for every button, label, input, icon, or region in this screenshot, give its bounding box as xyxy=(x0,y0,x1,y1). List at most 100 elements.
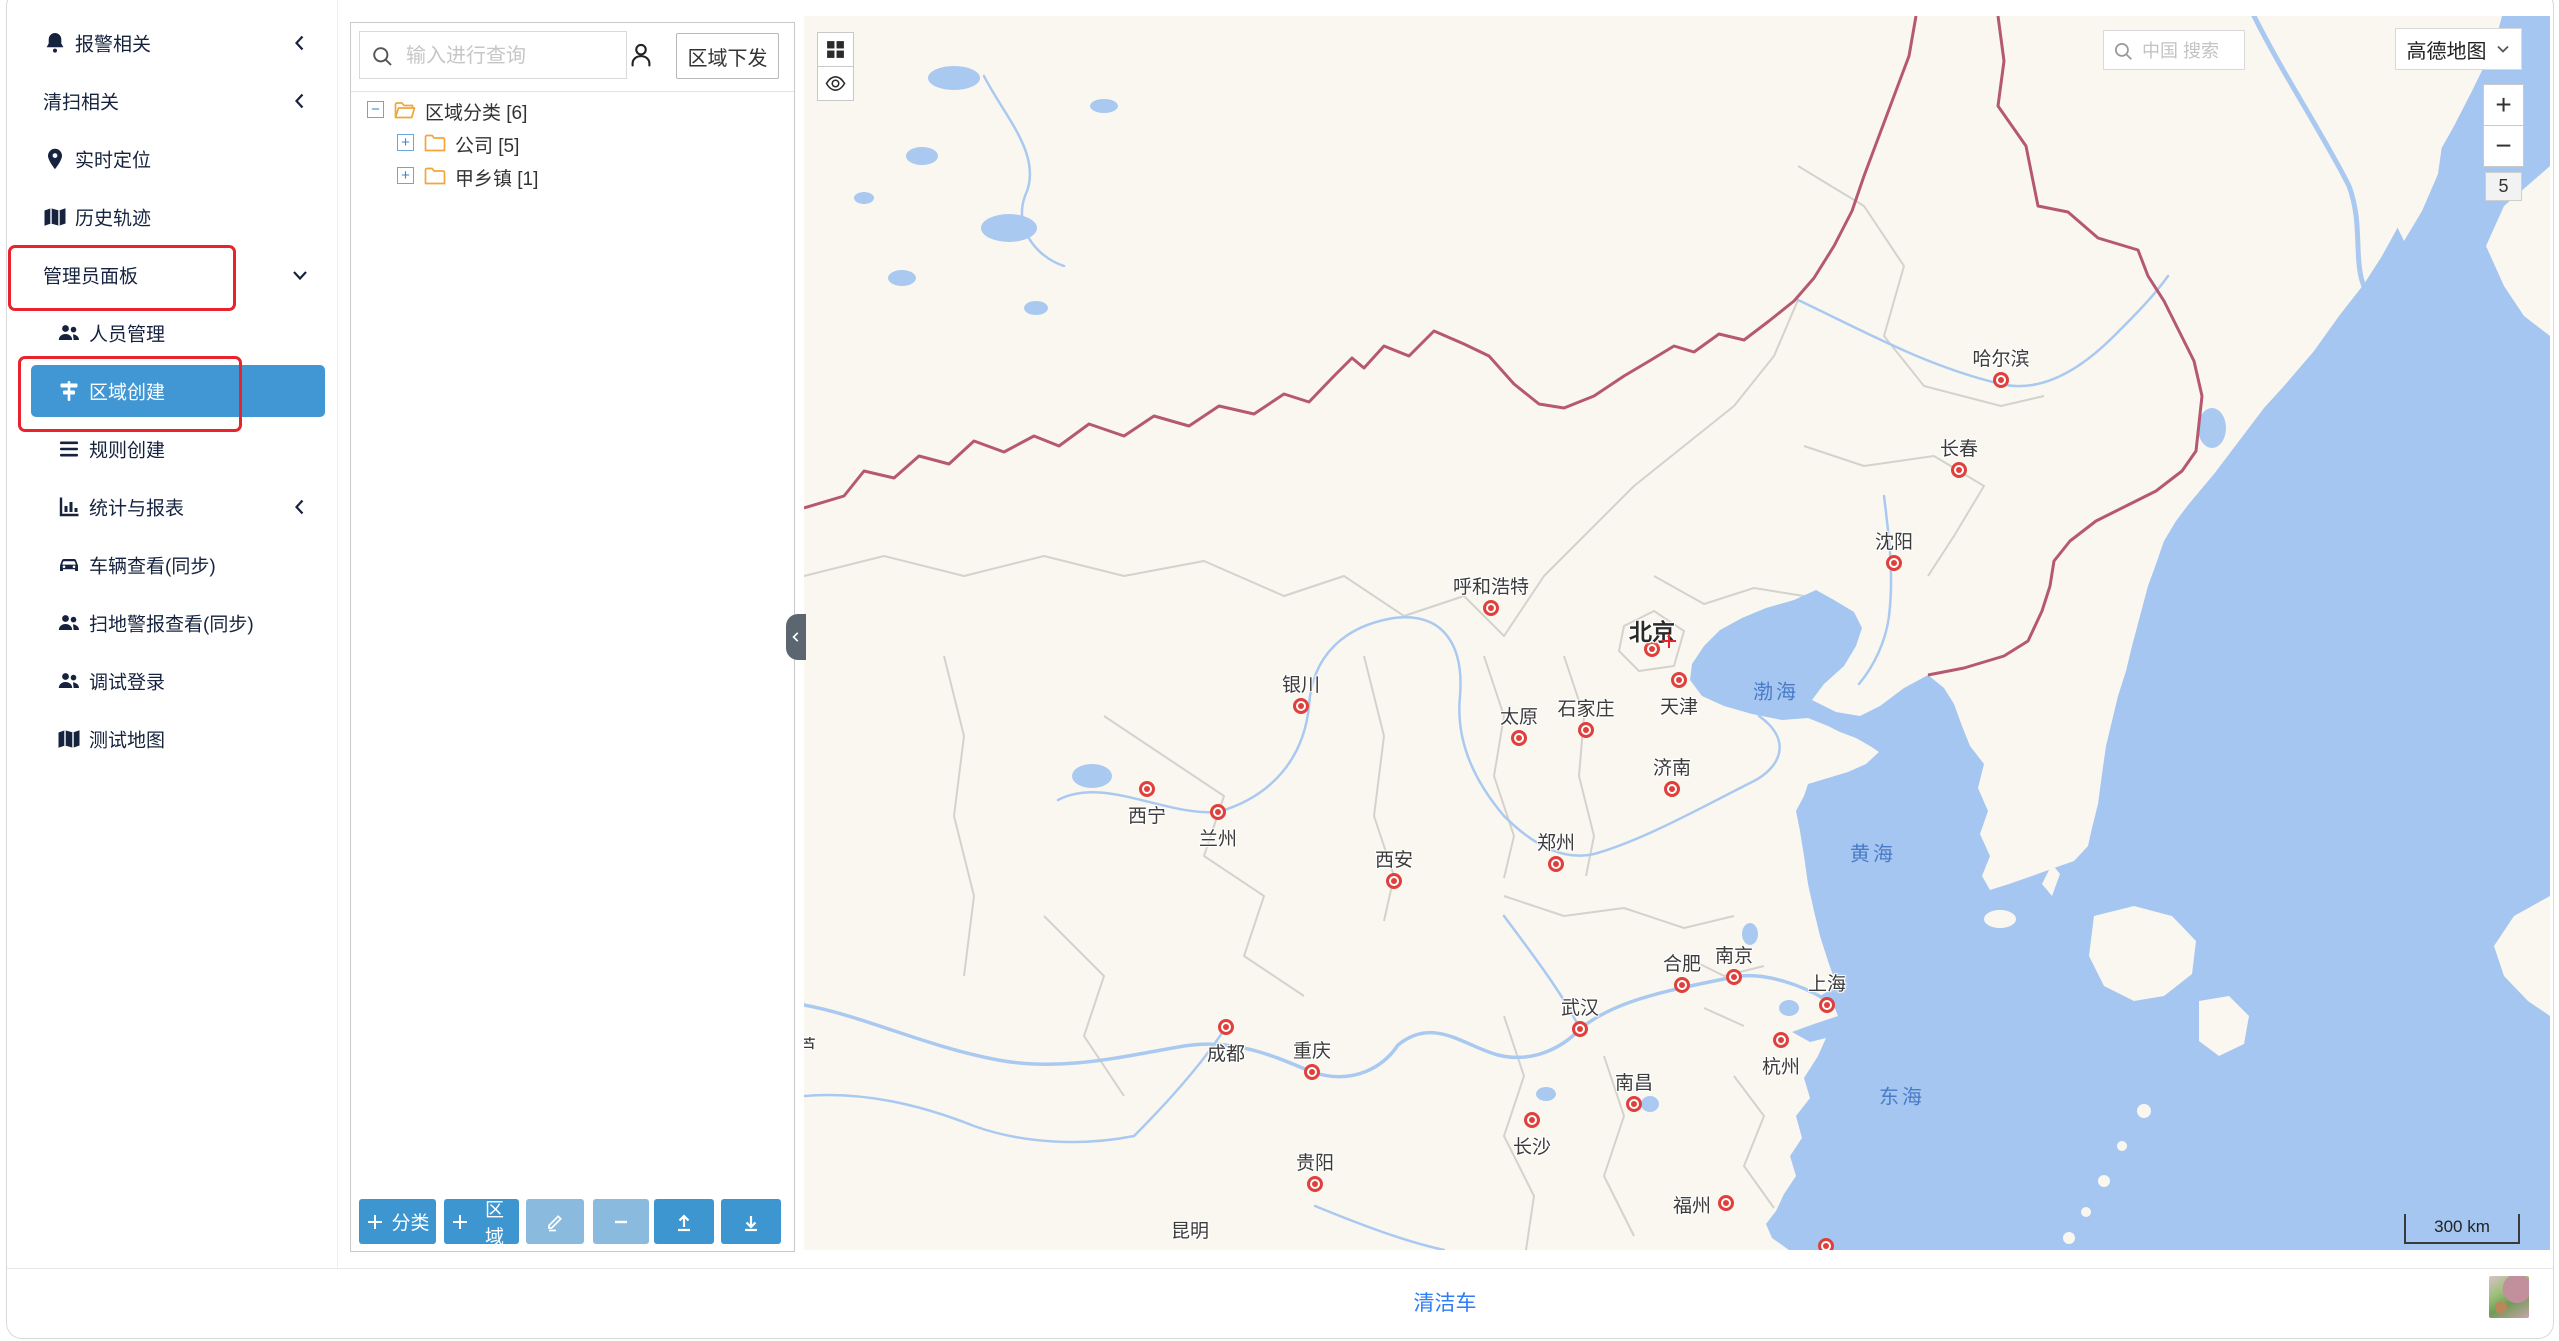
city-marker-南京[interactable] xyxy=(1726,969,1742,985)
tree-node[interactable]: + 甲乡镇 [1] xyxy=(351,159,794,192)
zoom-control: + − 5 xyxy=(2483,84,2524,201)
map-search-input[interactable] xyxy=(2140,31,2244,71)
city-marker-杭州[interactable] xyxy=(1773,1032,1789,1048)
add-area-button[interactable]: 区域 xyxy=(444,1199,519,1244)
area-tree: −区域分类 [6]+公司 [5]+甲乡镇 [1] xyxy=(351,93,794,192)
city-marker-西宁[interactable] xyxy=(1139,781,1155,797)
map-grid-tool-button[interactable] xyxy=(817,32,854,67)
city-label-上海: 上海 xyxy=(1808,969,1846,996)
sidebar-item-stats[interactable]: 统计与报表 xyxy=(7,478,337,536)
sidebar-item-realtime[interactable]: 实时定位 xyxy=(7,130,337,188)
sidebar-item-cleaning[interactable]: 清扫相关 xyxy=(7,72,337,130)
city-marker-南昌[interactable] xyxy=(1626,1096,1642,1112)
download-icon xyxy=(741,1212,761,1232)
sidebar-item-label: 报警相关 xyxy=(75,30,151,57)
sidebar: 报警相关清扫相关实时定位历史轨迹管理员面板人员管理区域创建规则创建统计与报表车辆… xyxy=(7,14,337,1268)
tree-node[interactable]: −区域分类 [6] xyxy=(351,93,794,126)
list-icon xyxy=(57,437,81,461)
upload-button[interactable] xyxy=(654,1199,714,1244)
map-layer-select[interactable]: 高德地图 xyxy=(2395,28,2522,70)
city-marker-长沙[interactable] xyxy=(1524,1112,1540,1128)
city-marker-上海[interactable] xyxy=(1819,997,1835,1013)
sidebar-item-debug-login[interactable]: 调试登录 xyxy=(7,652,337,710)
city-label-石家庄: 石家庄 xyxy=(1557,694,1614,721)
city-marker-银川[interactable] xyxy=(1293,698,1309,714)
city-label-天津: 天津 xyxy=(1660,692,1698,719)
sidebar-item-label: 统计与报表 xyxy=(89,494,184,521)
city-marker-呼和浩特[interactable] xyxy=(1483,600,1499,616)
city-label-武汉: 武汉 xyxy=(1561,993,1599,1020)
sidebar-content-divider xyxy=(337,0,338,1268)
city-label-太原: 太原 xyxy=(1500,702,1538,729)
expand-node-icon[interactable]: + xyxy=(397,167,414,184)
city-marker-西安[interactable] xyxy=(1386,873,1402,889)
city-marker-郑州[interactable] xyxy=(1548,856,1564,872)
city-label-郑州: 郑州 xyxy=(1537,828,1575,855)
map-canvas[interactable]: 高德地图 + − 5 300 km 哈尔滨长春沈阳呼和浩特北京天津石家庄太原银川… xyxy=(804,16,2550,1250)
city-label-哈尔滨: 哈尔滨 xyxy=(1972,344,2029,371)
city-marker-济南[interactable] xyxy=(1664,781,1680,797)
city-label-昆明: 昆明 xyxy=(1171,1216,1209,1243)
city-marker[interactable] xyxy=(1818,1238,1834,1250)
city-marker-贵阳[interactable] xyxy=(1307,1176,1323,1192)
area-deploy-button[interactable]: 区域下发 xyxy=(676,33,779,79)
city-label-呼和浩特: 呼和浩特 xyxy=(1453,572,1529,599)
expand-node-icon[interactable]: + xyxy=(397,134,414,151)
map-geography xyxy=(804,16,2550,1250)
city-marker-太原[interactable] xyxy=(1511,730,1527,746)
city-label-成都: 成都 xyxy=(1207,1039,1245,1066)
tree-search-box xyxy=(359,31,627,79)
sidebar-item-sweep-alarm[interactable]: 扫地警报查看(同步) xyxy=(7,594,337,652)
city-marker-重庆[interactable] xyxy=(1304,1064,1320,1080)
panel-collapse-handle[interactable] xyxy=(786,614,806,660)
add-category-button[interactable]: 分类 xyxy=(359,1199,436,1244)
sidebar-item-alarm[interactable]: 报警相关 xyxy=(7,14,337,72)
city-label-杭州: 杭州 xyxy=(1762,1052,1800,1079)
city-marker-福州[interactable] xyxy=(1718,1195,1734,1211)
city-marker-长春[interactable] xyxy=(1951,462,1967,478)
tree-node[interactable]: +公司 [5] xyxy=(351,126,794,159)
footer-vehicle-link[interactable]: 清洁车 xyxy=(337,1269,2553,1339)
map-scale-bar: 300 km xyxy=(2404,1214,2520,1244)
person-icon[interactable] xyxy=(627,41,655,69)
sidebar-item-personnel[interactable]: 人员管理 xyxy=(7,304,337,362)
city-marker-哈尔滨[interactable] xyxy=(1993,372,2009,388)
city-marker-石家庄[interactable] xyxy=(1578,722,1594,738)
city-label-南京: 南京 xyxy=(1715,941,1753,968)
sidebar-item-vehicle-view[interactable]: 车辆查看(同步) xyxy=(7,536,337,594)
sidebar-item-admin-panel[interactable]: 管理员面板 xyxy=(7,246,337,304)
sidebar-item-label: 历史轨迹 xyxy=(75,204,151,231)
sidebar-item-rule-create[interactable]: 规则创建 xyxy=(7,420,337,478)
city-marker-兰州[interactable] xyxy=(1210,804,1226,820)
tree-search-input[interactable] xyxy=(404,32,622,80)
users-icon xyxy=(57,321,81,345)
sidebar-item-label: 实时定位 xyxy=(75,146,151,173)
city-marker-成都[interactable] xyxy=(1218,1019,1234,1035)
sidebar-item-history[interactable]: 历史轨迹 xyxy=(7,188,337,246)
download-button[interactable] xyxy=(721,1199,781,1244)
collapse-node-icon[interactable]: − xyxy=(367,101,384,118)
sidebar-item-test-map[interactable]: 测试地图 xyxy=(7,710,337,768)
city-marker-武汉[interactable] xyxy=(1572,1021,1588,1037)
map-tool-stack xyxy=(817,32,854,101)
city-marker-合肥[interactable] xyxy=(1674,977,1690,993)
sidebar-item-area-create[interactable]: 区域创建 xyxy=(7,362,337,420)
sea-label-渤海: 渤海 xyxy=(1753,676,1799,705)
search-icon xyxy=(2112,40,2134,62)
city-marker-天津[interactable] xyxy=(1671,672,1687,688)
users-icon xyxy=(57,669,81,693)
toolbar-button-label: 区域 xyxy=(476,1195,513,1249)
city-label-济南: 济南 xyxy=(1653,753,1691,780)
city-label-西安: 西安 xyxy=(1375,845,1413,872)
city-label-合肥: 合肥 xyxy=(1663,949,1701,976)
city-marker-沈阳[interactable] xyxy=(1886,555,1902,571)
zoom-in-button[interactable]: + xyxy=(2483,84,2524,126)
map-visibility-button[interactable] xyxy=(817,66,854,101)
tree-node-label: 甲乡镇 [1] xyxy=(455,164,538,191)
zoom-out-button[interactable]: − xyxy=(2483,125,2524,167)
chevron-left-icon xyxy=(290,33,310,53)
sidebar-item-label: 调试登录 xyxy=(89,668,165,695)
tree-toolbar: 分类区域 xyxy=(351,1199,794,1245)
users-icon xyxy=(57,611,81,635)
city-label-福州: 福州 xyxy=(1673,1191,1711,1218)
